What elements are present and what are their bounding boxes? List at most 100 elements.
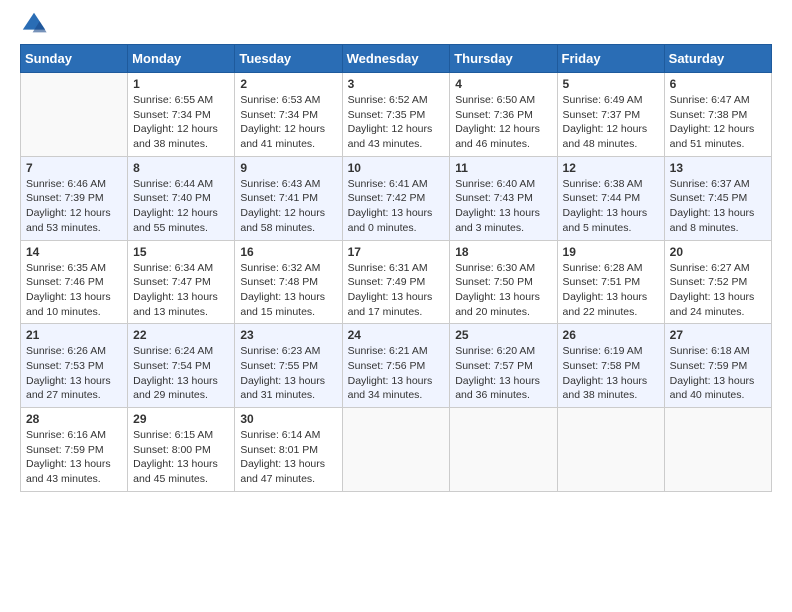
cell-info: Sunrise: 6:15 AM Sunset: 8:00 PM Dayligh…: [133, 428, 229, 487]
header-monday: Monday: [128, 45, 235, 73]
cell-info: Sunrise: 6:28 AM Sunset: 7:51 PM Dayligh…: [563, 261, 659, 320]
day-number: 21: [26, 328, 122, 342]
calendar-cell: 7 Sunrise: 6:46 AM Sunset: 7:39 PM Daylig…: [21, 156, 128, 240]
cell-info: Sunrise: 6:47 AM Sunset: 7:38 PM Dayligh…: [670, 93, 766, 152]
cell-info: Sunrise: 6:18 AM Sunset: 7:59 PM Dayligh…: [670, 344, 766, 403]
calendar-cell: 16Sunrise: 6:32 AM Sunset: 7:48 PM Dayli…: [235, 240, 342, 324]
calendar-cell: 17 Sunrise: 6:31 AM Sunset: 7:49 PM Dayli…: [342, 240, 450, 324]
header-sunday: Sunday: [21, 45, 128, 73]
cell-info: Sunrise: 6:26 AM Sunset: 7:53 PM Dayligh…: [26, 344, 122, 403]
day-number: 9: [240, 161, 336, 175]
day-number: 13: [670, 161, 766, 175]
cell-info: Sunrise: 6:38 AM Sunset: 7:44 PM Dayligh…: [563, 177, 659, 236]
day-number: 2: [240, 77, 336, 91]
calendar-cell: 23 Sunrise: 6:23 AM Sunset: 7:55 PM Dayli…: [235, 324, 342, 408]
day-number: 16: [240, 245, 336, 259]
cell-info: Sunrise: 6:14 AM Sunset: 8:01 PM Dayligh…: [240, 428, 336, 487]
day-number: 28: [26, 412, 122, 426]
calendar-cell: [342, 408, 450, 492]
cell-info: Sunrise: 6:30 AM Sunset: 7:50 PM Dayligh…: [455, 261, 551, 320]
header-tuesday: Tuesday: [235, 45, 342, 73]
calendar-cell: 19 Sunrise: 6:28 AM Sunset: 7:51 PM Dayli…: [557, 240, 664, 324]
cell-info: Sunrise: 6:52 AM Sunset: 7:35 PM Dayligh…: [348, 93, 445, 152]
cell-info: Sunrise: 6:35 AM Sunset: 7:46 PM Dayligh…: [26, 261, 122, 320]
calendar-week-row: 21 Sunrise: 6:26 AM Sunset: 7:53 PM Dayli…: [21, 324, 772, 408]
cell-info: Sunrise: 6:21 AM Sunset: 7:56 PM Dayligh…: [348, 344, 445, 403]
cell-info: Sunrise: 6:20 AM Sunset: 7:57 PM Dayligh…: [455, 344, 551, 403]
cell-info: Sunrise: 6:49 AM Sunset: 7:37 PM Dayligh…: [563, 93, 659, 152]
cell-info: Sunrise: 6:41 AM Sunset: 7:42 PM Dayligh…: [348, 177, 445, 236]
calendar-cell: 25 Sunrise: 6:20 AM Sunset: 7:57 PM Dayli…: [450, 324, 557, 408]
calendar-cell: 30 Sunrise: 6:14 AM Sunset: 8:01 PM Dayli…: [235, 408, 342, 492]
cell-info: Sunrise: 6:23 AM Sunset: 7:55 PM Dayligh…: [240, 344, 336, 403]
header-wednesday: Wednesday: [342, 45, 450, 73]
calendar-table: SundayMondayTuesdayWednesdayThursdayFrid…: [20, 44, 772, 492]
cell-info: Sunrise: 6:46 AM Sunset: 7:39 PM Dayligh…: [26, 177, 122, 236]
calendar-cell: 14 Sunrise: 6:35 AM Sunset: 7:46 PM Dayli…: [21, 240, 128, 324]
logo: [20, 10, 52, 38]
day-number: 12: [563, 161, 659, 175]
cell-info: Sunrise: 6:16 AM Sunset: 7:59 PM Dayligh…: [26, 428, 122, 487]
day-number: 5: [563, 77, 659, 91]
cell-info: Sunrise: 6:55 AM Sunset: 7:34 PM Dayligh…: [133, 93, 229, 152]
day-number: 3: [348, 77, 445, 91]
calendar-cell: 6Sunrise: 6:47 AM Sunset: 7:38 PM Daylig…: [664, 73, 771, 157]
page-header: [20, 10, 772, 38]
calendar-cell: 3 Sunrise: 6:52 AM Sunset: 7:35 PM Daylig…: [342, 73, 450, 157]
calendar-cell: [21, 73, 128, 157]
cell-info: Sunrise: 6:44 AM Sunset: 7:40 PM Dayligh…: [133, 177, 229, 236]
day-number: 14: [26, 245, 122, 259]
calendar-cell: 10 Sunrise: 6:41 AM Sunset: 7:42 PM Dayli…: [342, 156, 450, 240]
calendar-cell: 2 Sunrise: 6:53 AM Sunset: 7:34 PM Daylig…: [235, 73, 342, 157]
day-number: 30: [240, 412, 336, 426]
day-number: 15: [133, 245, 229, 259]
day-number: 10: [348, 161, 445, 175]
day-number: 25: [455, 328, 551, 342]
calendar-cell: [450, 408, 557, 492]
calendar-week-row: 1Sunrise: 6:55 AM Sunset: 7:34 PM Daylig…: [21, 73, 772, 157]
cell-info: Sunrise: 6:27 AM Sunset: 7:52 PM Dayligh…: [670, 261, 766, 320]
calendar-cell: 4Sunrise: 6:50 AM Sunset: 7:36 PM Daylig…: [450, 73, 557, 157]
calendar-cell: 26 Sunrise: 6:19 AM Sunset: 7:58 PM Dayli…: [557, 324, 664, 408]
day-number: 8: [133, 161, 229, 175]
calendar-cell: 21 Sunrise: 6:26 AM Sunset: 7:53 PM Dayli…: [21, 324, 128, 408]
cell-info: Sunrise: 6:53 AM Sunset: 7:34 PM Dayligh…: [240, 93, 336, 152]
calendar-week-row: 14 Sunrise: 6:35 AM Sunset: 7:46 PM Dayli…: [21, 240, 772, 324]
calendar-week-row: 7 Sunrise: 6:46 AM Sunset: 7:39 PM Daylig…: [21, 156, 772, 240]
calendar-week-row: 28 Sunrise: 6:16 AM Sunset: 7:59 PM Dayli…: [21, 408, 772, 492]
calendar-cell: 20 Sunrise: 6:27 AM Sunset: 7:52 PM Dayli…: [664, 240, 771, 324]
calendar-cell: 28 Sunrise: 6:16 AM Sunset: 7:59 PM Dayli…: [21, 408, 128, 492]
day-number: 17: [348, 245, 445, 259]
cell-info: Sunrise: 6:31 AM Sunset: 7:49 PM Dayligh…: [348, 261, 445, 320]
calendar-cell: 11Sunrise: 6:40 AM Sunset: 7:43 PM Dayli…: [450, 156, 557, 240]
header-saturday: Saturday: [664, 45, 771, 73]
calendar-cell: 29Sunrise: 6:15 AM Sunset: 8:00 PM Dayli…: [128, 408, 235, 492]
day-number: 24: [348, 328, 445, 342]
calendar-cell: 9Sunrise: 6:43 AM Sunset: 7:41 PM Daylig…: [235, 156, 342, 240]
calendar-cell: 27Sunrise: 6:18 AM Sunset: 7:59 PM Dayli…: [664, 324, 771, 408]
calendar-cell: 15 Sunrise: 6:34 AM Sunset: 7:47 PM Dayli…: [128, 240, 235, 324]
day-number: 20: [670, 245, 766, 259]
header-friday: Friday: [557, 45, 664, 73]
calendar-cell: 18 Sunrise: 6:30 AM Sunset: 7:50 PM Dayli…: [450, 240, 557, 324]
calendar-cell: [664, 408, 771, 492]
day-number: 19: [563, 245, 659, 259]
day-number: 23: [240, 328, 336, 342]
cell-info: Sunrise: 6:34 AM Sunset: 7:47 PM Dayligh…: [133, 261, 229, 320]
cell-info: Sunrise: 6:40 AM Sunset: 7:43 PM Dayligh…: [455, 177, 551, 236]
cell-info: Sunrise: 6:37 AM Sunset: 7:45 PM Dayligh…: [670, 177, 766, 236]
calendar-cell: 13 Sunrise: 6:37 AM Sunset: 7:45 PM Dayli…: [664, 156, 771, 240]
day-number: 7: [26, 161, 122, 175]
calendar-cell: 22 Sunrise: 6:24 AM Sunset: 7:54 PM Dayli…: [128, 324, 235, 408]
calendar-cell: 5 Sunrise: 6:49 AM Sunset: 7:37 PM Daylig…: [557, 73, 664, 157]
calendar-cell: 8 Sunrise: 6:44 AM Sunset: 7:40 PM Daylig…: [128, 156, 235, 240]
cell-info: Sunrise: 6:19 AM Sunset: 7:58 PM Dayligh…: [563, 344, 659, 403]
calendar-cell: 24 Sunrise: 6:21 AM Sunset: 7:56 PM Dayli…: [342, 324, 450, 408]
header-thursday: Thursday: [450, 45, 557, 73]
day-number: 18: [455, 245, 551, 259]
day-number: 26: [563, 328, 659, 342]
day-number: 22: [133, 328, 229, 342]
calendar-header-row: SundayMondayTuesdayWednesdayThursdayFrid…: [21, 45, 772, 73]
cell-info: Sunrise: 6:24 AM Sunset: 7:54 PM Dayligh…: [133, 344, 229, 403]
day-number: 4: [455, 77, 551, 91]
